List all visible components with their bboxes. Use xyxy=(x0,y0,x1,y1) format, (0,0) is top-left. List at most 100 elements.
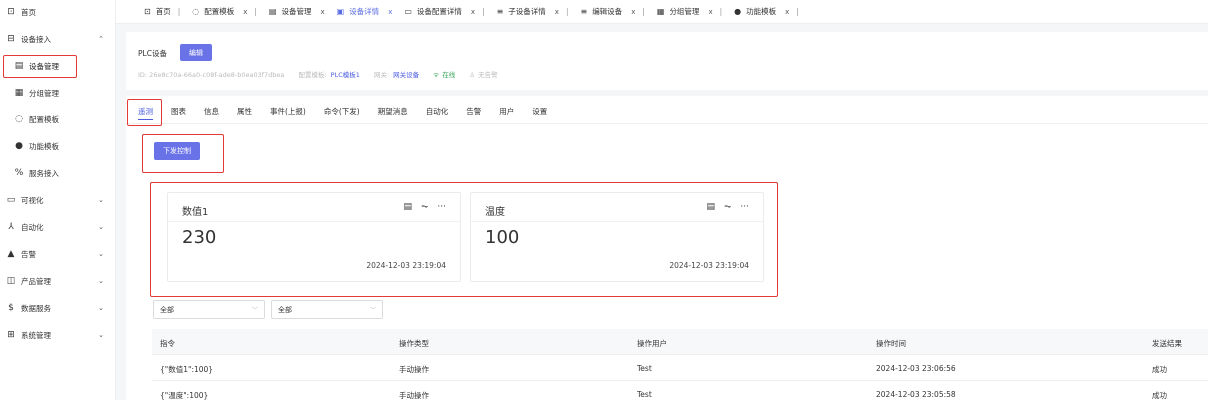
tab-config-template[interactable]: ◌ 配置模板 x | xyxy=(186,0,263,24)
sidebar-item-alert[interactable]: ▲ 告警 ⌄ xyxy=(0,242,116,266)
tab-label: 设备配置详情 xyxy=(416,7,462,16)
cell-time: 2024-12-03 23:05:58 xyxy=(876,390,956,399)
gateway-link[interactable]: 网关设备 xyxy=(393,71,419,79)
tab-expected-messages[interactable]: 期望消息 xyxy=(378,106,408,120)
sidebar-item-group-management[interactable]: ▦ 分组管理 xyxy=(0,81,116,105)
filter-value: 全部 xyxy=(278,305,292,314)
telemetry-title: 数值1 xyxy=(182,207,209,218)
close-icon[interactable]: x xyxy=(320,8,324,16)
tab-separator: | xyxy=(719,7,723,16)
sidebar-item-home[interactable]: ⊡ 首页 xyxy=(0,0,116,24)
tab-settings[interactable]: 设置 xyxy=(532,106,547,120)
tab-function-template[interactable]: ● 功能模板 x | xyxy=(728,0,805,24)
close-icon[interactable]: x xyxy=(555,8,559,16)
tab-sub-device-detail[interactable]: ≡ 子设备详情 x | xyxy=(491,0,575,24)
telemetry-card: 温度 ▤ ⏦ ··· 100 2024-12-03 23:19:04 xyxy=(470,192,764,282)
sidebar-item-config-template[interactable]: ◌ 配置模板 xyxy=(0,107,116,131)
document-icon[interactable]: ▤ xyxy=(404,202,413,212)
visual-icon: ▭ xyxy=(6,195,16,205)
tab-device-management[interactable]: ▤ 设备管理 x xyxy=(263,0,331,24)
close-icon[interactable]: x xyxy=(471,8,475,16)
tab-commands[interactable]: 命令(下发) xyxy=(324,106,360,120)
bell-icon: ♙ xyxy=(469,71,476,79)
close-icon[interactable]: x xyxy=(631,8,635,16)
sidebar-item-function-template[interactable]: ● 功能模板 xyxy=(0,134,116,158)
telemetry-value: 100 xyxy=(485,227,520,248)
grid-icon: ▦ xyxy=(14,88,24,98)
chevron-down-icon: ⌄ xyxy=(98,277,104,285)
device-header: PLC设备 编辑 ID: 26e8c70a-66a0-c08f-ade8-b0e… xyxy=(126,32,1208,90)
tabs-divider xyxy=(126,123,1208,124)
telemetry-card: 数值1 ▤ ⏦ ··· 230 2024-12-03 23:19:04 xyxy=(167,192,461,282)
tab-automation[interactable]: 自动化 xyxy=(426,106,449,120)
tab-alerts[interactable]: 告警 xyxy=(466,106,481,120)
cell-operation-type: 手动操作 xyxy=(399,391,429,400)
sidebar-item-data-service[interactable]: $ 数据服务 ⌄ xyxy=(0,296,116,320)
tab-info[interactable]: 信息 xyxy=(204,106,219,120)
column-header: 操作类型 xyxy=(399,339,429,348)
tab-group-management[interactable]: ▦ 分组管理 x | xyxy=(651,0,728,24)
status-text: 在线 xyxy=(442,71,456,79)
card-divider xyxy=(471,221,763,222)
column-header: 指令 xyxy=(160,339,175,348)
sidebar-item-visualization[interactable]: ▭ 可视化 ⌄ xyxy=(0,188,116,212)
chevron-down-icon: ⌄ xyxy=(98,304,104,312)
tab-device-config-detail[interactable]: ▭ 设备配置详情 x | xyxy=(398,0,490,24)
filter-select[interactable]: 全部 ﹀ xyxy=(271,300,383,319)
tab-attributes[interactable]: 属性 xyxy=(237,106,252,120)
config-template-label: 配置模板: xyxy=(298,71,327,79)
device-id: ID: 26e8c70a-66a0-c08f-ade8-b0ea03f7dbea xyxy=(138,71,285,79)
tab-users[interactable]: 用户 xyxy=(499,106,514,120)
table-row[interactable]: {"温度":100} 手动操作 Test 2024-12-03 23:05:58… xyxy=(152,381,1208,400)
close-icon[interactable]: x xyxy=(388,8,392,16)
cell-time: 2024-12-03 23:06:56 xyxy=(876,364,956,373)
close-icon[interactable]: x xyxy=(785,8,789,16)
close-icon[interactable]: x xyxy=(708,8,712,16)
gateway-label: 网关: xyxy=(373,71,390,79)
document-icon[interactable]: ▤ xyxy=(707,202,716,212)
list-icon: ≡ xyxy=(580,7,588,16)
sidebar-item-system[interactable]: ⊞ 系统管理 ⌄ xyxy=(0,323,116,347)
sidebar-item-device-access[interactable]: ⊟ 设备接入 ⌃ xyxy=(0,27,116,51)
edit-button[interactable]: 编辑 xyxy=(180,44,212,61)
close-icon[interactable]: x xyxy=(243,8,247,16)
device-icon: ▤ xyxy=(268,7,277,16)
sidebar-item-label: 系统管理 xyxy=(21,330,51,340)
device-icon: ▤ xyxy=(14,61,24,71)
sidebar-item-service-access[interactable]: % 服务接入 xyxy=(0,161,116,185)
alarm-status: ♙ 无告警 xyxy=(469,71,497,79)
data-icon: $ xyxy=(8,303,14,313)
chevron-down-icon: ⌄ xyxy=(98,196,104,204)
table-header: 指令 操作类型 操作用户 操作时间 发送结果 xyxy=(152,329,1208,355)
sidebar-item-automation[interactable]: ⅄ 自动化 ⌄ xyxy=(0,215,116,239)
filter-select[interactable]: 全部 ﹀ xyxy=(153,300,265,319)
tab-chart[interactable]: 图表 xyxy=(171,106,186,120)
detail-icon: ▣ xyxy=(336,7,345,16)
more-icon[interactable]: ··· xyxy=(437,202,446,212)
tab-separator: | xyxy=(642,7,645,16)
tab-edit-device[interactable]: ≡ 编辑设备 x | xyxy=(574,0,650,24)
chart-icon[interactable]: ⏦ xyxy=(724,202,731,212)
sidebar-item-label: 告警 xyxy=(21,249,36,259)
more-icon[interactable]: ··· xyxy=(740,202,749,212)
chevron-up-icon: ⌃ xyxy=(98,35,104,43)
table-row[interactable]: {"数值1":100} 手动操作 Test 2024-12-03 23:06:5… xyxy=(152,355,1208,381)
tab-device-detail[interactable]: ▣ 设备详情 x xyxy=(331,0,399,24)
tab-separator: | xyxy=(482,7,485,16)
chevron-down-icon: ⌄ xyxy=(98,250,104,258)
send-control-button[interactable]: 下发控制 xyxy=(154,142,200,160)
tab-home[interactable]: ⊡ 首页 | xyxy=(138,0,186,24)
config-template-link[interactable]: PLC模板1 xyxy=(331,71,360,79)
tab-separator: | xyxy=(565,7,569,16)
sidebar-item-label: 数据服务 xyxy=(21,303,51,313)
tab-separator: | xyxy=(796,7,799,16)
telemetry-value: 230 xyxy=(182,227,217,248)
tab-events[interactable]: 事件(上报) xyxy=(270,106,306,120)
sidebar-item-product[interactable]: ◫ 产品管理 ⌄ xyxy=(0,269,116,293)
tab-telemetry[interactable]: 遥测 xyxy=(138,106,153,120)
grid-icon: ▦ xyxy=(656,7,665,16)
chevron-down-icon: ﹀ xyxy=(369,307,376,314)
sidebar: ⊡ 首页 ⊟ 设备接入 ⌃ ▤ 设备管理 ▦ 分组管理 ◌ 配置模板 ● 功能模… xyxy=(0,0,116,400)
chart-icon[interactable]: ⏦ xyxy=(421,202,428,212)
sidebar-item-device-management[interactable]: ▤ 设备管理 xyxy=(0,54,116,78)
